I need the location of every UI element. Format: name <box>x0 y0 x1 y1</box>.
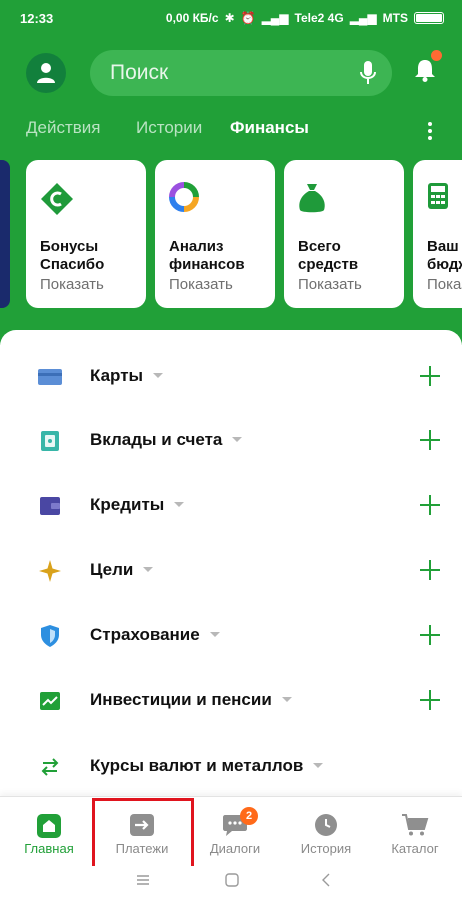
tab-finances[interactable]: Финансы <box>230 118 309 138</box>
product-label: Инвестиции и пенсии <box>90 690 272 709</box>
nav-label: Диалоги <box>209 841 261 856</box>
carrier-2: MTS <box>382 11 408 25</box>
card-show-link[interactable]: Показать <box>427 276 462 293</box>
star-icon <box>39 560 61 582</box>
add-icon[interactable] <box>420 560 440 580</box>
status-bar: 12:33 0,00 КБ/с ✱ ⏰ ▂▄▆ Tele2 4G ▂▄▆ MTS <box>0 0 462 36</box>
card-spasibo[interactable]: Бонусы Спасибо Показать <box>26 160 146 308</box>
cart-icon <box>402 814 429 836</box>
add-icon[interactable] <box>420 495 440 515</box>
money-bag-icon <box>299 184 325 213</box>
card-title-line1: Анализ <box>169 238 224 255</box>
notification-dot <box>431 50 442 61</box>
chevron-down-icon <box>153 373 164 379</box>
product-label: Карты <box>90 366 144 385</box>
safe-icon <box>41 431 59 451</box>
add-icon[interactable] <box>420 430 440 450</box>
nav-label: История <box>300 841 352 856</box>
chart-icon <box>40 692 60 710</box>
menu-icon[interactable] <box>135 872 151 888</box>
bluetooth-icon: ✱ <box>224 11 235 25</box>
products-list: Карты Вклады и счета Кредиты Цели Страхо <box>0 330 462 810</box>
nav-item-dialogs[interactable]: 2 Диалоги <box>190 797 280 867</box>
product-row-cards[interactable]: Карты <box>0 346 462 410</box>
back-icon[interactable] <box>318 872 334 888</box>
chevron-down-icon <box>281 697 292 703</box>
card-title-line1: Ваш <box>427 238 459 255</box>
product-row-deposits[interactable]: Вклады и счета <box>0 410 462 474</box>
system-navigation <box>0 866 462 899</box>
wallet-icon <box>40 497 60 515</box>
card-show-link[interactable]: Показать <box>298 276 362 293</box>
chevron-down-icon <box>232 437 243 443</box>
nav-item-catalog[interactable]: Каталог <box>370 797 460 867</box>
battery-icon <box>414 12 444 24</box>
top-tabs: Действия Истории Финансы <box>0 118 462 144</box>
product-row-investments[interactable]: Инвестиции и пенсии <box>0 670 462 734</box>
alarm-icon: ⏰ <box>240 11 256 25</box>
signal-icon: ▂▄▆ <box>349 11 377 25</box>
tab-actions[interactable]: Действия <box>26 118 100 138</box>
search-placeholder: Поиск <box>110 61 169 84</box>
card-title-line2: Спасибо <box>40 256 105 273</box>
add-icon[interactable] <box>420 366 440 386</box>
dialogs-badge: 2 <box>240 807 258 825</box>
pie-chart-icon <box>169 182 199 212</box>
add-icon[interactable] <box>420 625 440 645</box>
product-label: Курсы валют и металлов <box>90 756 304 775</box>
product-label: Цели <box>90 560 134 579</box>
chevron-down-icon <box>174 502 185 508</box>
card-budget[interactable]: Ваш бюджет Показать <box>413 160 462 308</box>
microphone-icon[interactable] <box>360 61 376 85</box>
shield-icon <box>41 625 59 647</box>
search-input[interactable]: Поиск <box>90 50 392 96</box>
nav-label: Каталог <box>391 841 439 856</box>
nav-label: Главная <box>24 841 74 856</box>
product-label: Вклады и счета <box>90 430 223 449</box>
card-finance-analysis[interactable]: Анализ финансов Показать <box>155 160 275 308</box>
spasibo-icon <box>41 183 73 215</box>
tab-stories[interactable]: Истории <box>136 118 202 138</box>
card-title-line1: Бонусы <box>40 238 99 255</box>
home-icon <box>37 814 61 838</box>
exchange-icon <box>41 758 59 776</box>
product-row-insurance[interactable]: Страхование <box>0 605 462 669</box>
highlight-box <box>92 798 194 870</box>
more-options-icon[interactable] <box>424 120 436 142</box>
card-icon <box>38 369 62 385</box>
product-row-goals[interactable]: Цели <box>0 540 462 604</box>
notification-bell-icon[interactable] <box>414 58 436 82</box>
add-icon[interactable] <box>420 690 440 710</box>
product-row-credits[interactable]: Кредиты <box>0 475 462 539</box>
network-speed: 0,00 КБ/с <box>165 11 219 25</box>
user-icon <box>37 63 55 83</box>
product-row-exchange-rates[interactable]: Курсы валют и металлов <box>0 736 462 800</box>
nav-item-home[interactable]: Главная <box>4 797 94 867</box>
chevron-down-icon <box>209 632 220 638</box>
nav-item-history[interactable]: История <box>281 797 371 867</box>
bottom-navigation: Главная Платежи 2 Диалоги История Катало… <box>0 796 462 866</box>
product-label: Страхование <box>90 625 200 644</box>
card-title-line2: средств <box>298 256 359 273</box>
search-header: Поиск <box>0 46 462 96</box>
card-total-funds[interactable]: Всего средств Показать <box>284 160 404 308</box>
card-show-link[interactable]: Показать <box>40 276 104 293</box>
chevron-down-icon <box>143 567 154 573</box>
history-icon <box>315 814 337 836</box>
status-indicators: 0,00 КБ/с ✱ ⏰ ▂▄▆ Tele2 4G ▂▄▆ MTS <box>166 11 444 25</box>
carrier-1: Tele2 4G <box>294 11 344 25</box>
chevron-down-icon <box>313 763 324 769</box>
card-show-link[interactable]: Показать <box>169 276 233 293</box>
card-title-line2: бюджет <box>427 256 462 273</box>
home-button-icon[interactable] <box>224 872 240 888</box>
product-label: Кредиты <box>90 495 165 514</box>
card-partial[interactable] <box>0 160 10 308</box>
status-time: 12:33 <box>20 10 54 26</box>
card-title-line2: финансов <box>169 256 245 273</box>
profile-avatar[interactable] <box>26 53 66 93</box>
signal-icon: ▂▄▆ <box>261 11 289 25</box>
calculator-icon <box>428 183 448 209</box>
card-title-line1: Всего <box>298 238 341 255</box>
